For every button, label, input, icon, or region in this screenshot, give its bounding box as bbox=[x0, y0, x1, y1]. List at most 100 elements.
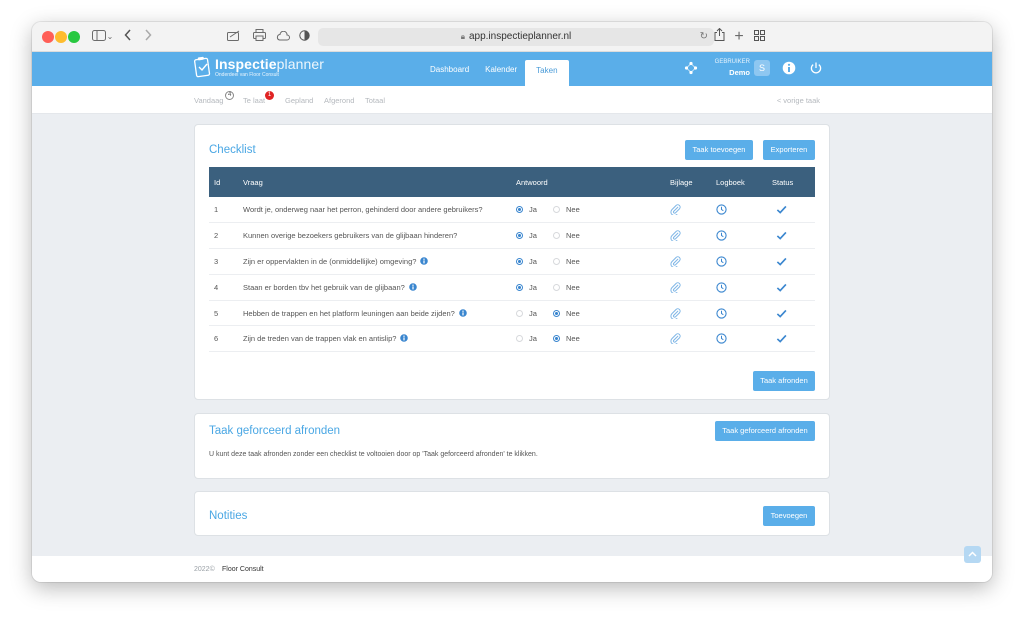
row-attachment[interactable] bbox=[665, 222, 711, 250]
answer-nee-radio[interactable] bbox=[553, 309, 560, 317]
row-id: 1 bbox=[209, 197, 238, 224]
info-icon[interactable] bbox=[459, 308, 467, 317]
answer-nee-radio[interactable] bbox=[553, 206, 560, 214]
info-icon[interactable] bbox=[400, 334, 409, 343]
filter-gepland[interactable]: Gepland bbox=[285, 96, 313, 105]
answer-ja-label: Ja bbox=[529, 308, 537, 318]
row-status bbox=[767, 274, 815, 301]
avatar[interactable]: S bbox=[754, 60, 770, 76]
tab-overview-icon[interactable] bbox=[752, 28, 766, 46]
nav-kalender[interactable]: Kalender bbox=[477, 60, 525, 86]
add-task-button[interactable]: Taak toevoegen bbox=[685, 140, 753, 160]
close-window-button[interactable] bbox=[42, 31, 54, 43]
forced-finish-description: U kunt deze taak afronden zonder een che… bbox=[209, 451, 538, 458]
finish-task-button[interactable]: Taak afronden bbox=[753, 371, 815, 391]
scroll-to-top-button[interactable] bbox=[964, 546, 981, 563]
answer-ja-label: Ja bbox=[529, 256, 537, 266]
checkmark-icon bbox=[776, 309, 787, 318]
add-note-button[interactable]: Toevoegen bbox=[763, 506, 815, 526]
row-attachment[interactable] bbox=[665, 325, 711, 353]
overdue-badge: 1 bbox=[265, 91, 274, 100]
url-text: app.inspectieplanner.nl bbox=[468, 31, 572, 42]
answer-nee-label: Nee bbox=[566, 231, 580, 241]
page-footer: 2022© Floor Consult bbox=[32, 556, 992, 582]
info-icon[interactable] bbox=[408, 282, 417, 291]
table-row: 2 Kunnen overige bezoekers gebruikers van… bbox=[209, 222, 815, 250]
main-nav: Dashboard Kalender Taken bbox=[422, 60, 569, 86]
reader-icon[interactable] bbox=[226, 28, 242, 46]
row-logbook[interactable] bbox=[711, 197, 767, 224]
answer-ja-radio[interactable] bbox=[516, 335, 523, 343]
row-attachment[interactable] bbox=[665, 248, 711, 275]
answer-nee-radio[interactable] bbox=[553, 232, 560, 240]
answer-nee-radio[interactable] bbox=[553, 283, 560, 291]
reload-icon[interactable]: ↻ bbox=[700, 28, 708, 46]
network-icon[interactable] bbox=[684, 61, 698, 75]
answer-ja-radio[interactable] bbox=[516, 283, 523, 291]
filter-afgerond[interactable]: Afgerond bbox=[324, 96, 354, 105]
zoom-window-button[interactable] bbox=[68, 31, 80, 43]
filter-vandaag[interactable]: Vandaag 4 bbox=[194, 91, 235, 105]
row-logbook[interactable] bbox=[711, 325, 767, 353]
answer-ja-radio[interactable] bbox=[516, 232, 523, 240]
privacy-shield-icon[interactable] bbox=[297, 28, 311, 46]
power-icon[interactable] bbox=[809, 61, 823, 75]
checklist-table: Id Vraag Antwoord Bijlage Logboek Status… bbox=[209, 167, 815, 353]
table-row: 4 Staan er borden tbv het gebruik van de … bbox=[209, 274, 815, 301]
answer-ja-radio[interactable] bbox=[516, 257, 523, 265]
new-tab-icon[interactable]: + bbox=[732, 28, 746, 46]
row-status bbox=[767, 325, 815, 353]
row-attachment[interactable] bbox=[665, 300, 711, 327]
row-attachment[interactable] bbox=[665, 197, 711, 224]
row-attachment[interactable] bbox=[665, 274, 711, 301]
row-id: 5 bbox=[209, 300, 238, 327]
clock-icon bbox=[716, 204, 727, 215]
browser-toolbar: ⌄ 🔒︎ app.inspectieplanner.nl ↻ + bbox=[32, 22, 992, 52]
row-answer: Ja Nee bbox=[511, 325, 665, 353]
row-logbook[interactable] bbox=[711, 274, 767, 301]
address-bar[interactable]: 🔒︎ app.inspectieplanner.nl ↻ bbox=[318, 28, 714, 46]
answer-ja-label: Ja bbox=[529, 231, 537, 241]
row-status bbox=[767, 197, 815, 224]
answer-nee-label: Nee bbox=[566, 205, 580, 215]
answer-nee-radio[interactable] bbox=[553, 257, 560, 265]
chevron-down-icon[interactable]: ⌄ bbox=[106, 28, 114, 46]
info-icon[interactable] bbox=[782, 61, 796, 75]
table-row: 6 Zijn de treden van de trappen vlak en a… bbox=[209, 325, 815, 353]
footer-year: 2022© bbox=[194, 566, 215, 573]
chevron-up-icon bbox=[968, 551, 977, 557]
forced-finish-card: Taak geforceerd afronden Taak geforceerd… bbox=[194, 413, 830, 479]
export-button[interactable]: Exporteren bbox=[763, 140, 815, 160]
row-question: Staan er borden tbv het gebruik van de g… bbox=[238, 274, 511, 301]
clock-icon bbox=[716, 307, 727, 319]
share-icon[interactable] bbox=[712, 27, 726, 46]
back-arrow-icon[interactable] bbox=[122, 28, 134, 46]
answer-ja-radio[interactable] bbox=[516, 206, 523, 214]
row-answer: Ja Nee bbox=[511, 274, 665, 301]
nav-taken[interactable]: Taken bbox=[525, 60, 569, 86]
nav-dashboard[interactable]: Dashboard bbox=[422, 60, 477, 86]
minimize-window-button[interactable] bbox=[55, 31, 67, 43]
row-id: 6 bbox=[209, 325, 238, 353]
row-question: Kunnen overige bezoekers gebruikers van … bbox=[238, 222, 511, 250]
answer-nee-radio[interactable] bbox=[553, 335, 560, 343]
print-icon[interactable] bbox=[251, 28, 267, 46]
row-logbook[interactable] bbox=[711, 222, 767, 250]
previous-task-link[interactable]: < vorige taak bbox=[777, 96, 820, 105]
footer-company: Floor Consult bbox=[222, 566, 264, 573]
row-id: 3 bbox=[209, 248, 238, 275]
answer-ja-radio[interactable] bbox=[516, 309, 523, 317]
forced-finish-button[interactable]: Taak geforceerd afronden bbox=[715, 421, 815, 441]
info-icon[interactable] bbox=[420, 257, 429, 265]
row-logbook[interactable] bbox=[711, 248, 767, 275]
cloud-icon[interactable] bbox=[275, 28, 291, 46]
filter-te-laat[interactable]: Te laat 1 bbox=[243, 91, 274, 105]
browser-window: ⌄ 🔒︎ app.inspectieplanner.nl ↻ + Inspect… bbox=[32, 22, 992, 582]
answer-nee-label: Nee bbox=[566, 256, 580, 266]
forward-arrow-icon[interactable] bbox=[142, 28, 154, 46]
row-status bbox=[767, 248, 815, 275]
user-name: Demo bbox=[729, 68, 750, 77]
filter-totaal[interactable]: Totaal bbox=[365, 96, 385, 105]
row-logbook[interactable] bbox=[711, 300, 767, 327]
app-logo[interactable]: Inspectieplanner bbox=[215, 56, 324, 72]
